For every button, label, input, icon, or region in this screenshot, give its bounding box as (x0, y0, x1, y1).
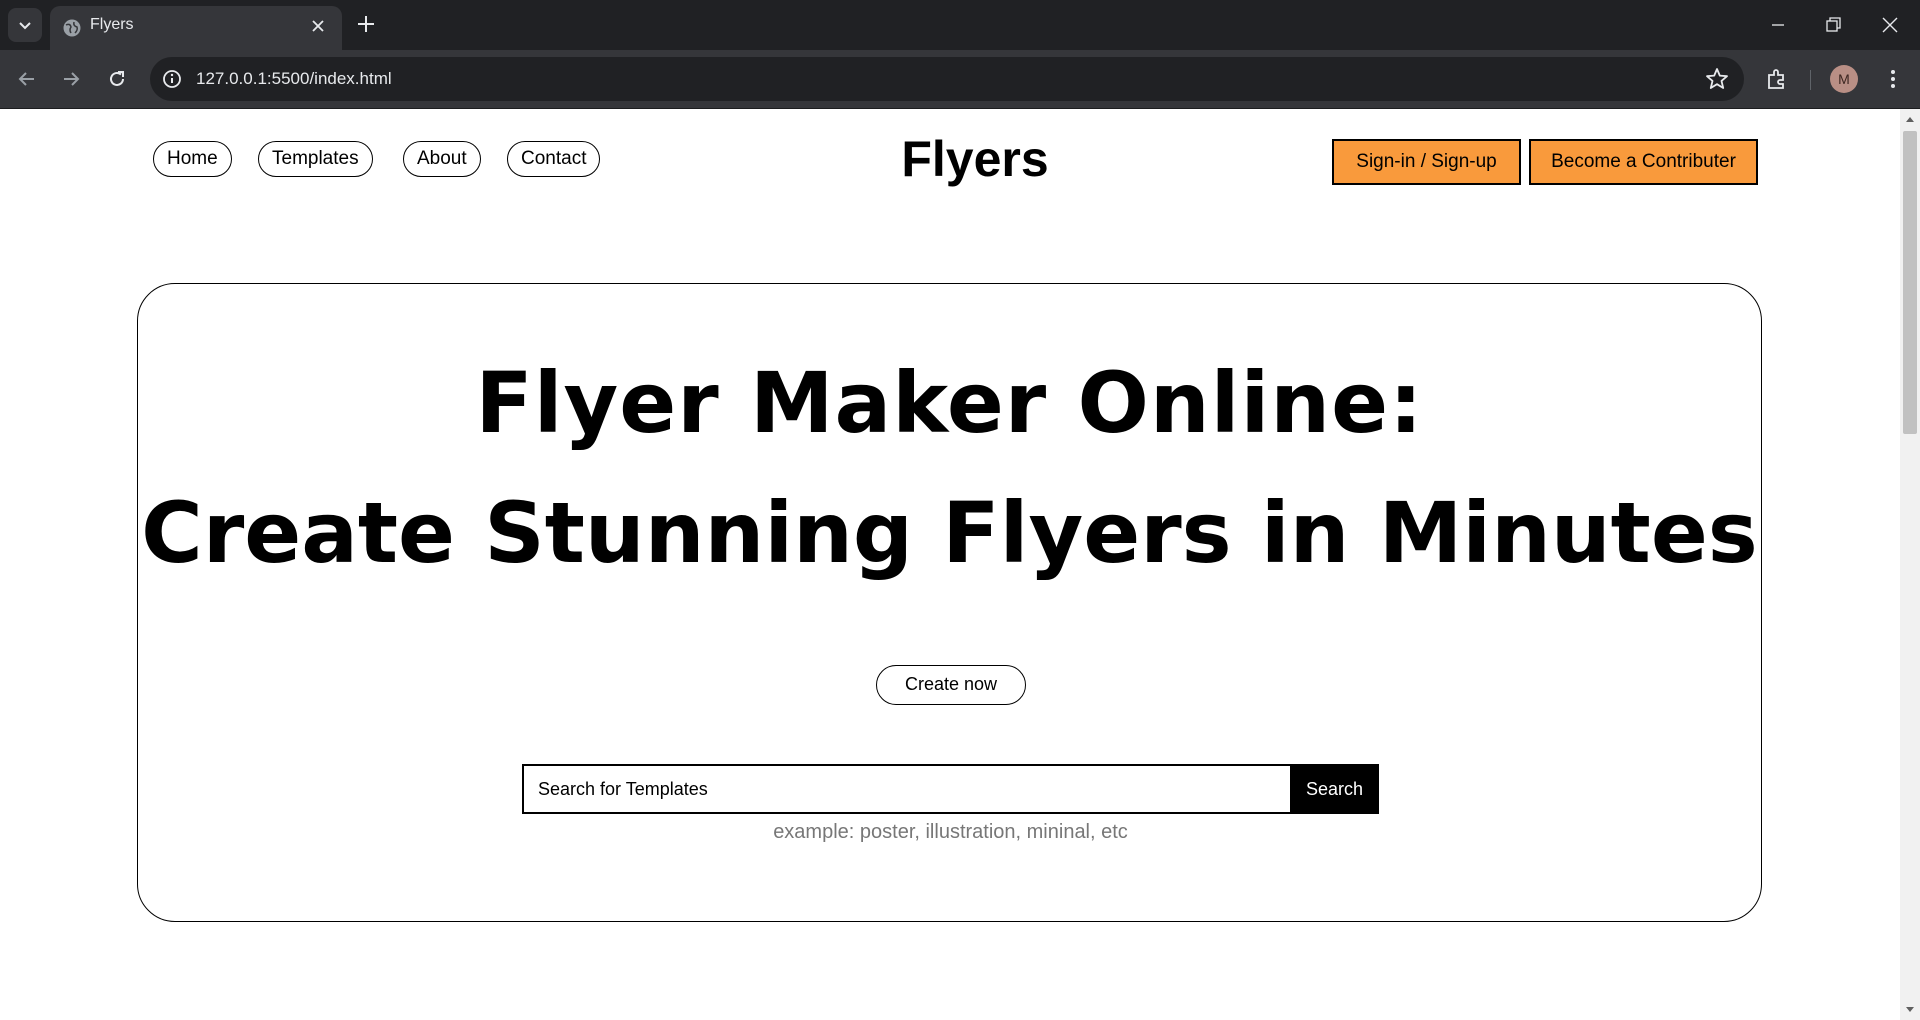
tab-search-button[interactable] (8, 8, 42, 42)
signin-button[interactable]: Sign-in / Sign-up (1332, 139, 1521, 185)
browser-tabstrip: Flyers (0, 0, 1920, 50)
back-icon[interactable] (14, 66, 40, 92)
restore-icon[interactable] (1820, 12, 1846, 38)
hero-title-line1: Flyer Maker Online: (475, 354, 1424, 452)
browser-tab[interactable]: Flyers (50, 6, 342, 50)
site-info-icon[interactable] (160, 67, 184, 91)
search-button[interactable]: Search (1290, 764, 1379, 814)
url-text[interactable]: 127.0.0.1:5500/index.html (196, 57, 392, 101)
star-icon[interactable] (1704, 66, 1730, 92)
page-scrollbar[interactable] (1900, 109, 1920, 1020)
hero-panel: Flyer Maker Online: Create Stunning Flye… (137, 283, 1762, 922)
become-contributor-button[interactable]: Become a Contributer (1529, 139, 1758, 185)
close-window-icon[interactable] (1877, 12, 1903, 38)
search-input[interactable] (522, 764, 1290, 814)
hero-title-line2: Create Stunning Flyers in Minutes (141, 484, 1758, 582)
tab-title: Flyers (90, 16, 134, 33)
minimize-icon[interactable] (1765, 12, 1791, 38)
menu-icon[interactable] (1880, 66, 1906, 92)
plus-icon[interactable] (354, 12, 378, 36)
nav-about[interactable]: About (403, 141, 481, 177)
search-hint: example: poster, illustration, mininal, … (773, 821, 1128, 843)
forward-icon[interactable] (58, 66, 84, 92)
scroll-down-icon[interactable] (1905, 1005, 1915, 1015)
page-viewport: Home Templates About Contact Flyers Sign… (0, 109, 1900, 1020)
extensions-icon[interactable] (1764, 66, 1790, 92)
create-now-button[interactable]: Create now (876, 665, 1026, 705)
nav-templates[interactable]: Templates (258, 141, 373, 177)
browser-toolbar: 127.0.0.1:5500/index.html M (0, 50, 1920, 109)
close-icon[interactable] (308, 16, 328, 36)
nav-home[interactable]: Home (153, 141, 232, 177)
globe-icon (63, 19, 81, 37)
tab-search-icon (19, 22, 31, 30)
scroll-up-icon[interactable] (1905, 114, 1915, 124)
profile-avatar[interactable]: M (1830, 65, 1858, 93)
toolbar-divider (1810, 70, 1811, 90)
scroll-thumb[interactable] (1903, 131, 1917, 434)
nav-contact[interactable]: Contact (507, 141, 601, 177)
reload-icon[interactable] (104, 66, 130, 92)
address-bar[interactable]: 127.0.0.1:5500/index.html (150, 57, 1744, 101)
site-brand: Flyers (901, 131, 1049, 187)
